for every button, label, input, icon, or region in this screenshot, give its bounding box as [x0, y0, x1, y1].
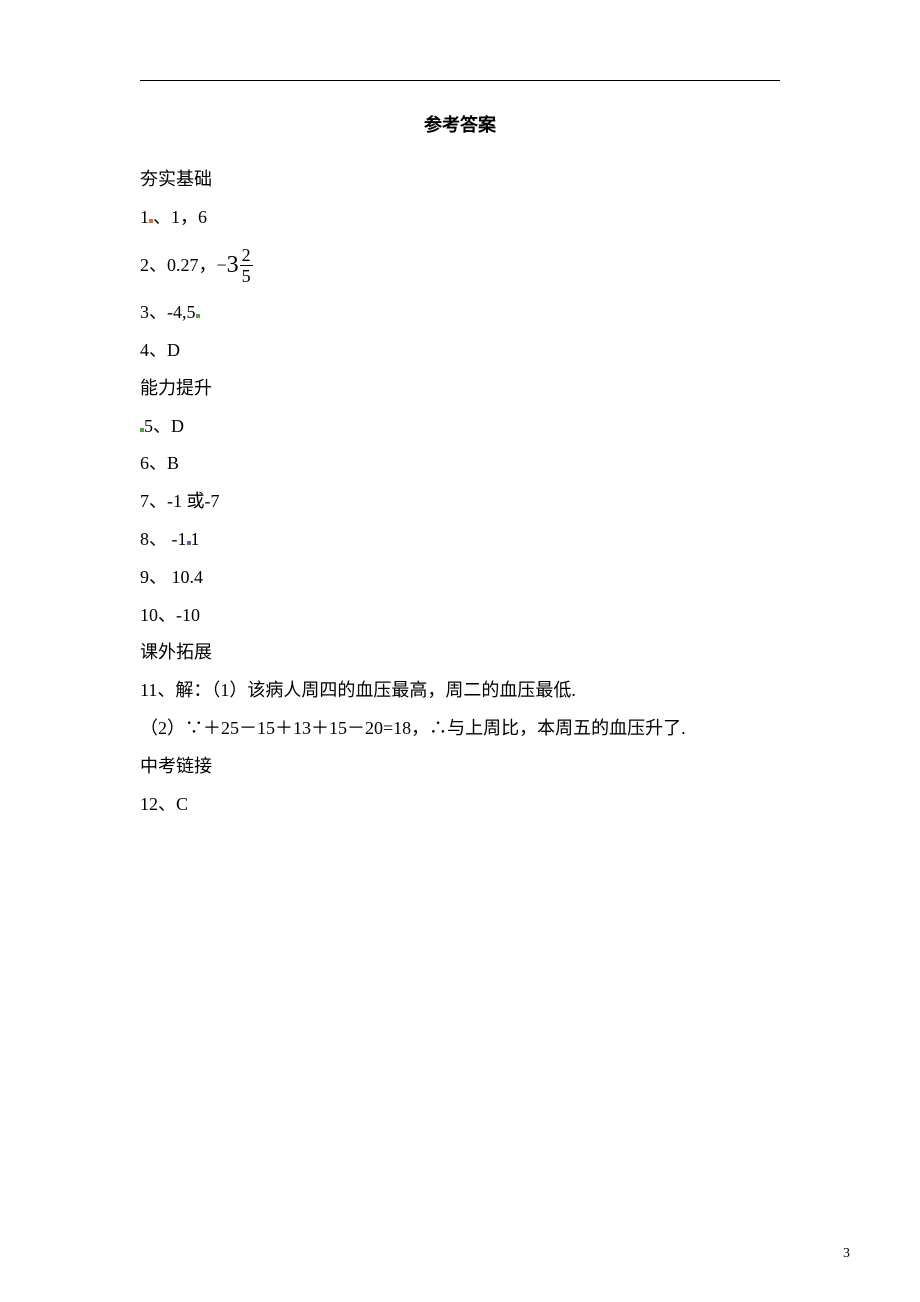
answer-7: 7、-1 或-7 — [140, 483, 780, 521]
minus-sign: − — [217, 244, 227, 287]
answer-2-prefix: 2、0.27， — [140, 244, 217, 287]
section-heading-2: 能力提升 — [140, 370, 780, 408]
section-heading-4: 中考链接 — [140, 748, 780, 786]
answer-11-line1: 11、解：（1）该病人周四的血压最高，周二的血压最低. — [140, 672, 780, 710]
answer-5: 5、D — [140, 408, 780, 446]
top-rule — [140, 80, 780, 81]
answer-4: 4、D — [140, 332, 780, 370]
answer-3-text: 3、-4,5 — [140, 302, 196, 322]
fraction-part: 2 5 — [240, 246, 253, 285]
answer-1: 1、1，6 — [140, 199, 780, 237]
whole-part: 3 — [227, 237, 239, 295]
answer-8: 8、 -11 — [140, 521, 780, 559]
section-heading-1: 夯实基础 — [140, 161, 780, 199]
numerator: 2 — [240, 246, 253, 265]
answer-6: 6、B — [140, 445, 780, 483]
answer-9: 9、 10.4 — [140, 559, 780, 597]
marker-icon — [196, 314, 200, 318]
answer-8-a: 8、 -1 — [140, 529, 187, 549]
answer-5-text: 5、D — [144, 416, 184, 436]
denominator: 5 — [240, 265, 253, 285]
answer-2-fraction: − 3 2 5 — [217, 237, 253, 295]
answer-8-b: 1 — [191, 529, 200, 549]
page-number: 3 — [843, 1246, 850, 1262]
answer-12: 12、C — [140, 786, 780, 824]
section-heading-3: 课外拓展 — [140, 634, 780, 672]
page-title: 参考答案 — [140, 111, 780, 137]
answer-10: 10、-10 — [140, 597, 780, 635]
answer-3: 3、-4,5 — [140, 294, 780, 332]
answer-2: 2、0.27， − 3 2 5 — [140, 237, 780, 295]
answer-11-line2: （2）∵＋25－15＋13＋15－20=18，∴与上周比，本周五的血压升了. — [140, 710, 780, 748]
answer-1-text: 、1，6 — [153, 207, 207, 227]
